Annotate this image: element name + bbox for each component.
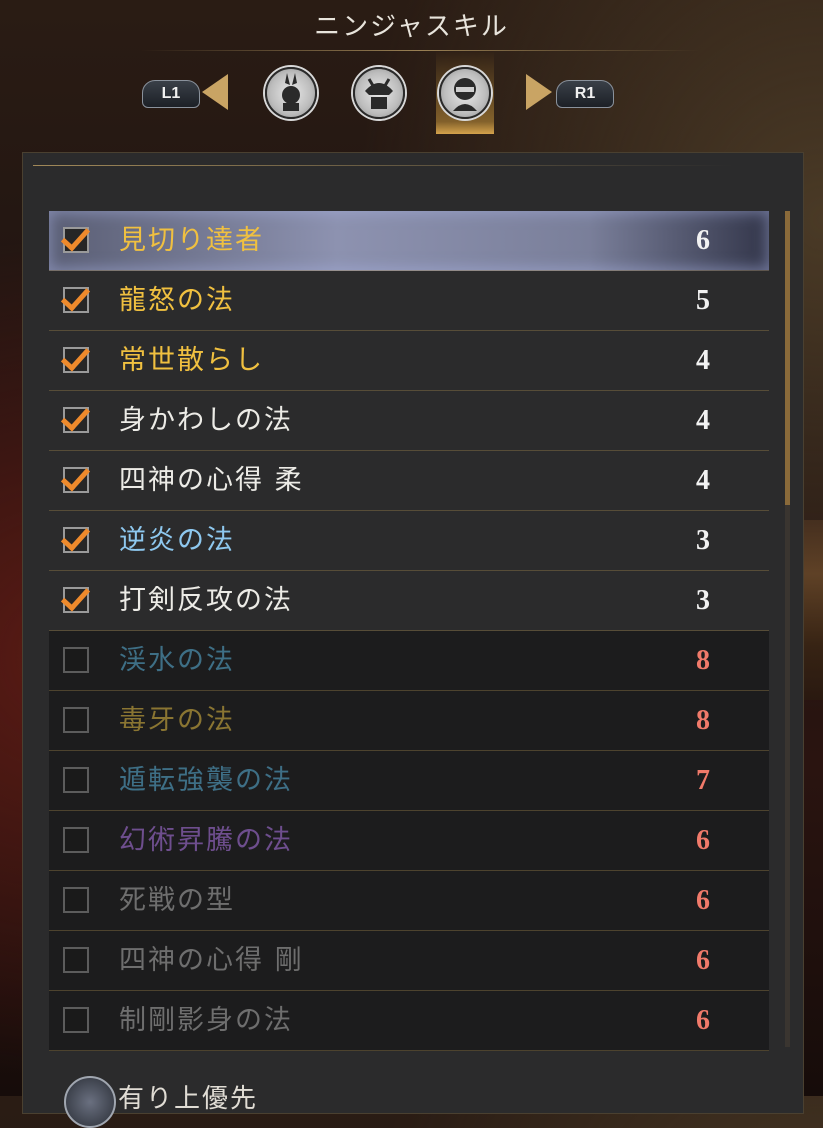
checkmark-icon <box>60 581 91 612</box>
category-tabbar: L1 R1 <box>0 52 823 136</box>
skill-name: 打剣反攻の法 <box>119 585 293 616</box>
skill-name: 渓水の法 <box>119 645 235 676</box>
skill-cost: 8 <box>696 645 710 676</box>
skill-cost: 5 <box>696 285 710 316</box>
skill-cost: 6 <box>696 885 710 916</box>
skill-cost: 6 <box>696 1005 710 1036</box>
skill-row[interactable]: 身かわしの法 4 <box>49 391 769 451</box>
checkmark-icon <box>60 341 91 372</box>
skill-row[interactable]: 制剛影身の法 6 <box>49 991 769 1051</box>
tab-ninja-mask[interactable] <box>436 52 494 134</box>
button-prompt-icon <box>64 1076 116 1128</box>
skill-row[interactable]: 幻術昇騰の法 6 <box>49 811 769 871</box>
checkmark-icon <box>60 281 91 312</box>
skill-cost: 4 <box>696 405 710 436</box>
skill-name: 幻術昇騰の法 <box>119 825 293 856</box>
scroll-thumb[interactable] <box>785 211 790 505</box>
scrollbar[interactable] <box>785 211 790 1047</box>
checkbox-checked[interactable] <box>60 401 91 433</box>
skill-row[interactable]: 毒牙の法 8 <box>49 691 769 751</box>
checkbox-unchecked[interactable] <box>63 827 89 853</box>
skill-row[interactable]: 死戦の型 6 <box>49 871 769 931</box>
skill-row[interactable]: 四神の心得 柔 4 <box>49 451 769 511</box>
checkmark-icon <box>60 221 91 252</box>
skill-cost: 8 <box>696 705 710 736</box>
skill-row[interactable]: 渓水の法 8 <box>49 631 769 691</box>
tab-samurai-helmet[interactable] <box>350 52 408 134</box>
samurai-helmet-icon <box>353 67 405 119</box>
skill-name: 制剛影身の法 <box>119 1005 293 1036</box>
skill-name: 毒牙の法 <box>119 705 235 736</box>
skill-row[interactable]: 龍怒の法 5 <box>49 271 769 331</box>
skill-cost: 3 <box>696 525 710 556</box>
checkbox-checked[interactable] <box>60 581 91 613</box>
checkmark-icon <box>60 401 91 432</box>
checkbox-unchecked[interactable] <box>63 707 89 733</box>
skill-name: 龍怒の法 <box>119 285 235 316</box>
r1-button[interactable]: R1 <box>556 80 614 108</box>
checkbox-checked[interactable] <box>60 221 91 253</box>
checkbox-checked[interactable] <box>60 461 91 493</box>
skill-cost: 6 <box>696 945 710 976</box>
checkbox-unchecked[interactable] <box>63 887 89 913</box>
checkbox-checked[interactable] <box>60 281 91 313</box>
checkmark-icon <box>60 461 91 492</box>
arrow-left-icon[interactable] <box>202 74 228 110</box>
skill-row[interactable]: 打剣反攻の法 3 <box>49 571 769 631</box>
checkbox-checked[interactable] <box>60 521 91 553</box>
skill-name: 四神の心得 柔 <box>119 465 304 496</box>
skill-name: 見切り達者 <box>119 225 264 256</box>
skill-name: 死戦の型 <box>119 885 235 916</box>
skill-row[interactable]: 常世散らし 4 <box>49 331 769 391</box>
checkbox-unchecked[interactable] <box>63 647 89 673</box>
checkbox-unchecked[interactable] <box>63 1007 89 1033</box>
page-title: ニンジャスキル <box>314 12 509 42</box>
skill-panel: 見切り達者 6 龍怒の法 5 常世散らし 4 身かわしの法 4 四神の心得 柔 4 逆炎の法 3 打剣反… <box>22 152 804 1114</box>
arrow-right-icon[interactable] <box>526 74 552 110</box>
checkmark-icon <box>60 521 91 552</box>
panel-divider <box>33 165 733 166</box>
skill-row[interactable]: 逆炎の法 3 <box>49 511 769 571</box>
l1-button[interactable]: L1 <box>142 80 200 108</box>
ninja-mask-icon <box>439 67 491 119</box>
skill-name: 身かわしの法 <box>119 405 293 436</box>
skill-cost: 6 <box>696 825 710 856</box>
skill-cost: 3 <box>696 585 710 616</box>
checkbox-checked[interactable] <box>60 341 91 373</box>
skill-name: 遁転強襲の法 <box>119 765 293 796</box>
skill-list: 見切り達者 6 龍怒の法 5 常世散らし 4 身かわしの法 4 四神の心得 柔 4 逆炎の法 3 打剣反… <box>49 211 769 1051</box>
skill-name: 逆炎の法 <box>119 525 235 556</box>
skill-name: 常世散らし <box>119 345 264 376</box>
checkbox-unchecked[interactable] <box>63 767 89 793</box>
skill-cost: 6 <box>696 225 710 256</box>
ninja-rabbit-icon <box>265 67 317 119</box>
skill-row[interactable]: 遁転強襲の法 7 <box>49 751 769 811</box>
skill-name: 四神の心得 剛 <box>119 945 304 976</box>
tab-ninja-rabbit[interactable] <box>262 52 320 134</box>
skill-cost: 7 <box>696 765 710 796</box>
skill-row[interactable]: 見切り達者 6 <box>49 211 769 271</box>
footer-label: 有り上優先 <box>118 1084 259 1114</box>
skill-cost: 4 <box>696 465 710 496</box>
checkbox-unchecked[interactable] <box>63 947 89 973</box>
skill-cost: 4 <box>696 345 710 376</box>
title-divider <box>140 50 700 51</box>
skill-row[interactable]: 四神の心得 剛 6 <box>49 931 769 991</box>
